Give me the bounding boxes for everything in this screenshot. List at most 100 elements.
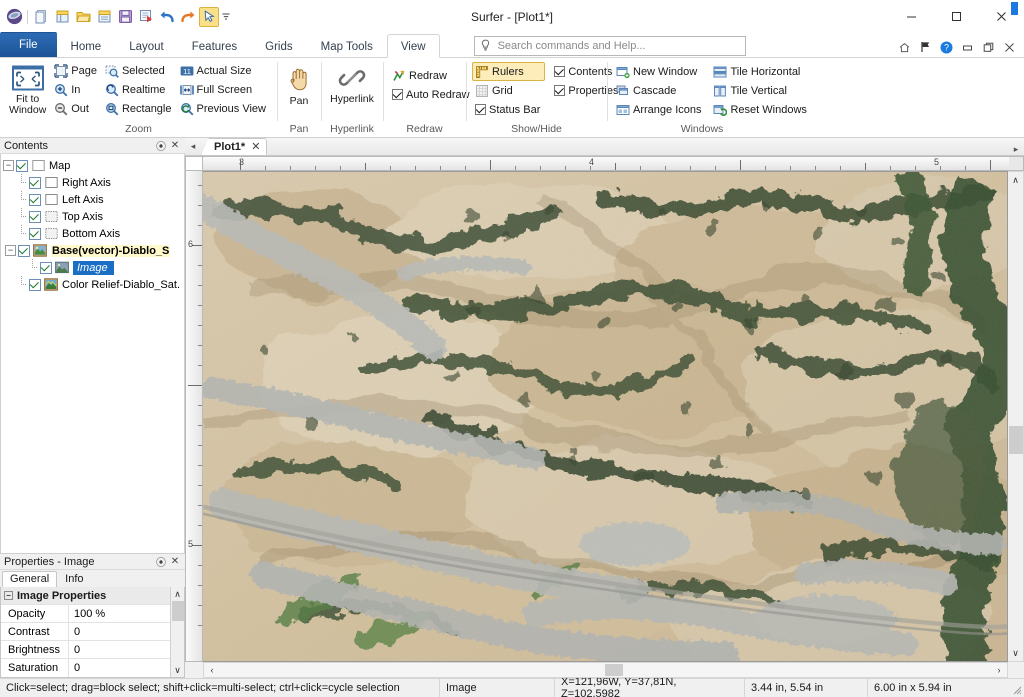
close-document-icon[interactable] bbox=[1002, 40, 1016, 54]
tab-general[interactable]: General bbox=[2, 571, 58, 587]
scroll-down-button[interactable]: ∨ bbox=[1008, 645, 1024, 661]
tab-info[interactable]: Info bbox=[57, 571, 91, 587]
tab-grids[interactable]: Grids bbox=[251, 34, 306, 58]
visibility-checkbox[interactable] bbox=[18, 244, 30, 257]
document-tab-plot1[interactable]: Plot1* ✕ bbox=[201, 138, 268, 155]
zoom-page-button[interactable]: Page bbox=[51, 61, 102, 80]
tab-home[interactable]: Home bbox=[57, 34, 116, 58]
scroll-up-button[interactable]: ∧ bbox=[1008, 172, 1024, 188]
full-screen-button[interactable]: Full Screen bbox=[177, 80, 272, 99]
property-value[interactable]: 0 bbox=[69, 641, 170, 658]
properties-pin-button[interactable]: ⦿ bbox=[154, 555, 168, 569]
visibility-checkbox[interactable] bbox=[29, 227, 41, 240]
cascade-button[interactable]: Cascade bbox=[613, 81, 706, 100]
tab-file[interactable]: File bbox=[0, 32, 57, 57]
contents-close-button[interactable]: ✕ bbox=[168, 139, 182, 153]
auto-redraw-checkbox[interactable]: Auto Redraw bbox=[389, 85, 475, 104]
visibility-checkbox[interactable] bbox=[29, 193, 41, 206]
doc-tab-nav-right[interactable]: ▸ bbox=[1008, 144, 1024, 155]
redo-icon[interactable] bbox=[178, 7, 198, 27]
hyperlink-button[interactable]: Hyperlink bbox=[327, 61, 377, 106]
visibility-checkbox[interactable] bbox=[40, 261, 52, 274]
tree-item-right-axis[interactable]: Right Axis bbox=[3, 174, 184, 191]
property-row-saturation[interactable]: Saturation 0 bbox=[1, 2, 1018, 677]
contents-tree[interactable]: − Map Right Axis Left Axis Top Axis Bott… bbox=[0, 154, 185, 554]
hscroll-thumb[interactable] bbox=[605, 664, 623, 676]
tree-item-map[interactable]: − Map bbox=[3, 157, 184, 174]
select-tool-icon[interactable] bbox=[199, 6, 219, 27]
tree-item-top-axis[interactable]: Top Axis bbox=[3, 208, 184, 225]
map-canvas[interactable] bbox=[203, 171, 1008, 662]
new-plot-icon[interactable] bbox=[31, 7, 51, 27]
tree-item-left-axis[interactable]: Left Axis bbox=[3, 191, 184, 208]
zoom-out-button[interactable]: Out bbox=[51, 99, 102, 118]
customize-qat-icon[interactable] bbox=[220, 7, 231, 27]
zoom-selected-button[interactable]: Selected bbox=[102, 61, 177, 80]
minimize-button[interactable] bbox=[889, 0, 934, 33]
maximize-button[interactable] bbox=[934, 0, 979, 33]
ribbon-home-icon[interactable] bbox=[897, 40, 911, 54]
pan-button[interactable]: Pan bbox=[283, 61, 315, 108]
status-bar-checkbox[interactable]: Status Bar bbox=[472, 100, 545, 119]
scroll-up-button[interactable]: ∧ bbox=[174, 587, 181, 601]
search-input[interactable] bbox=[495, 39, 740, 53]
resize-grip-icon[interactable] bbox=[1008, 679, 1024, 697]
reset-windows-button[interactable]: Reset Windows bbox=[710, 100, 811, 119]
help-icon[interactable]: ? bbox=[939, 40, 953, 54]
open-recent-icon[interactable] bbox=[94, 7, 114, 27]
properties-scroll-thumb[interactable] bbox=[172, 601, 184, 621]
tab-features[interactable]: Features bbox=[178, 34, 251, 58]
tile-vertical-button[interactable]: Tile Vertical bbox=[710, 81, 811, 100]
scroll-down-button[interactable]: ∨ bbox=[174, 663, 181, 677]
open-icon[interactable] bbox=[73, 7, 93, 27]
flag-icon[interactable] bbox=[918, 40, 932, 54]
restore-window-icon[interactable] bbox=[981, 40, 995, 54]
document-tab-close-icon[interactable]: ✕ bbox=[251, 140, 260, 153]
tab-view[interactable]: View bbox=[386, 34, 440, 58]
undo-icon[interactable] bbox=[157, 7, 177, 27]
arrange-icons-button[interactable]: Arrange Icons bbox=[613, 100, 706, 119]
vscroll-thumb[interactable] bbox=[1008, 426, 1023, 454]
grid-toggle[interactable]: Grid bbox=[472, 81, 545, 100]
new-worksheet-icon[interactable] bbox=[52, 7, 72, 27]
export-icon[interactable] bbox=[136, 7, 156, 27]
tab-map-tools[interactable]: Map Tools bbox=[307, 34, 387, 58]
hscroll-track[interactable] bbox=[220, 663, 991, 677]
fit-to-window-button[interactable]: Fit to Window bbox=[6, 61, 49, 117]
tile-horizontal-button[interactable]: Tile Horizontal bbox=[710, 62, 811, 81]
visibility-checkbox[interactable] bbox=[29, 278, 41, 291]
properties-section-header[interactable]: − Image Properties bbox=[1, 587, 170, 605]
property-row-contrast[interactable]: Contrast 0 bbox=[1, 2, 1018, 641]
property-row-brightness[interactable]: Brightness 0 bbox=[1, 2, 1018, 659]
horizontal-ruler[interactable]: 3 4 5 bbox=[203, 156, 1024, 171]
actual-size-button[interactable]: 11 Actual Size bbox=[177, 61, 272, 80]
visibility-checkbox[interactable] bbox=[29, 210, 41, 223]
tab-layout[interactable]: Layout bbox=[115, 34, 178, 58]
vertical-ruler[interactable]: 6 5 bbox=[185, 171, 203, 662]
property-row-opacity[interactable]: Opacity 100 % bbox=[1, 2, 1018, 623]
section-expander-icon[interactable]: − bbox=[4, 591, 13, 600]
map-vertical-scrollbar[interactable]: ∧ ∨ bbox=[1008, 171, 1024, 662]
properties-close-button[interactable]: ✕ bbox=[168, 555, 182, 569]
map-horizontal-scrollbar[interactable]: ‹ › bbox=[203, 662, 1008, 678]
new-window-button[interactable]: New Window bbox=[613, 62, 706, 81]
saturation-slider[interactable] bbox=[1011, 2, 1018, 15]
zoom-rectangle-button[interactable]: Rectangle bbox=[102, 99, 177, 118]
scroll-right-button[interactable]: › bbox=[991, 663, 1007, 677]
expander-icon[interactable]: − bbox=[3, 160, 14, 171]
tree-item-bottom-axis[interactable]: Bottom Axis bbox=[3, 225, 184, 242]
surfer-logo-icon[interactable] bbox=[4, 7, 24, 27]
save-icon[interactable] bbox=[115, 7, 135, 27]
visibility-checkbox[interactable] bbox=[16, 159, 28, 172]
zoom-realtime-button[interactable]: Realtime bbox=[102, 80, 177, 99]
zoom-in-button[interactable]: In bbox=[51, 80, 102, 99]
vscroll-track[interactable] bbox=[1008, 188, 1024, 645]
minimize-ribbon-icon[interactable] bbox=[960, 40, 974, 54]
properties-scrollbar[interactable]: ∧ ∨ bbox=[170, 587, 184, 677]
property-value[interactable]: 0 bbox=[69, 659, 170, 677]
tree-item-image[interactable]: Image bbox=[3, 259, 184, 276]
tree-item-color-relief[interactable]: Color Relief-Diablo_Sat. bbox=[3, 276, 184, 293]
visibility-checkbox[interactable] bbox=[29, 176, 41, 189]
property-value[interactable]: 100 % bbox=[69, 605, 170, 622]
previous-view-button[interactable]: Previous View bbox=[177, 99, 272, 118]
